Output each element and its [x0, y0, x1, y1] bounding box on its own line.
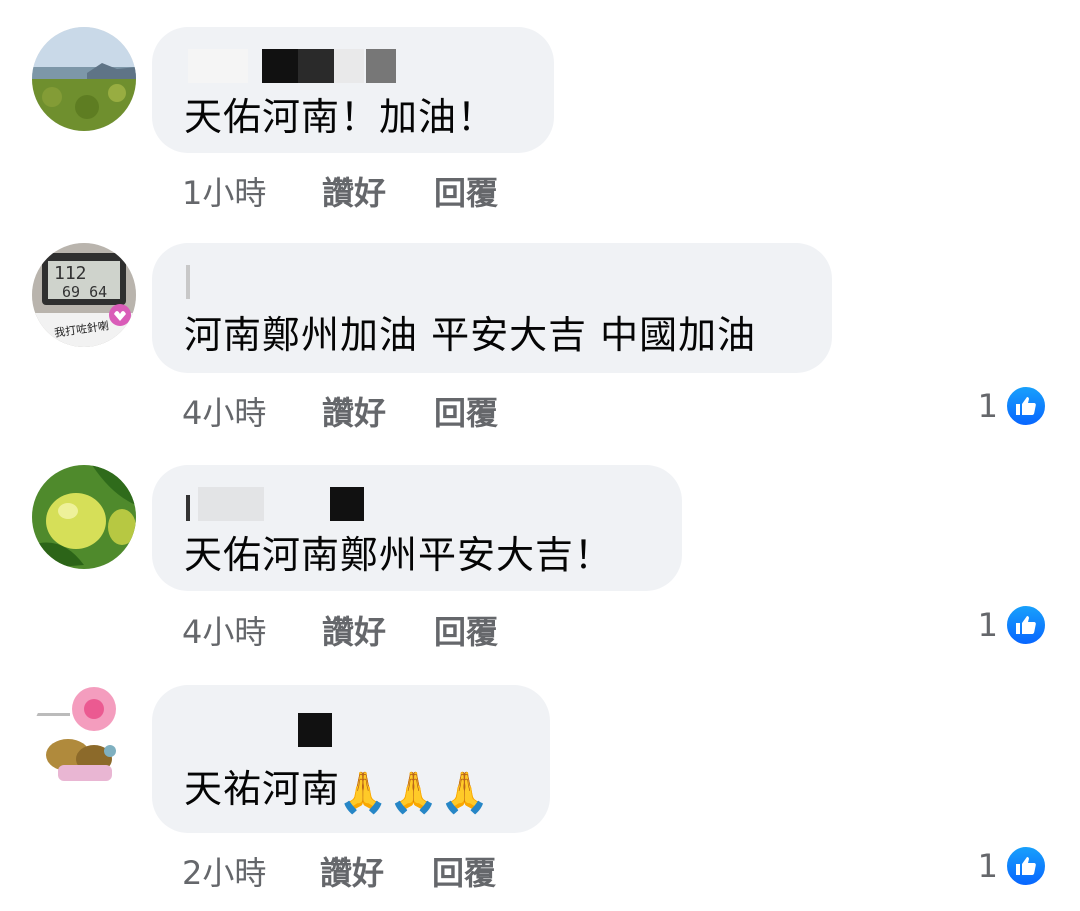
reply-button[interactable]: 回覆 [432, 848, 496, 894]
reaction-count: 1 [977, 847, 998, 885]
thumbs-up-icon [1004, 844, 1048, 888]
timestamp[interactable]: 2小時 [182, 848, 266, 894]
avatar-chestnut-image [32, 685, 136, 789]
comment-4: 天祐河南🙏🙏🙏 2小時 讚好 回覆 1 [0, 0, 1080, 911]
avatar[interactable] [32, 685, 136, 789]
comment-bubble: 天祐河南🙏🙏🙏 [152, 685, 550, 833]
comment-text-body: 天祐河南 [184, 767, 341, 811]
like-button[interactable]: 讚好 [320, 848, 384, 894]
comment-text: 天祐河南🙏🙏🙏 [184, 767, 490, 815]
folded-hands-emoji: 🙏🙏🙏 [338, 770, 491, 816]
reaction-summary[interactable]: 1 [978, 843, 1048, 889]
